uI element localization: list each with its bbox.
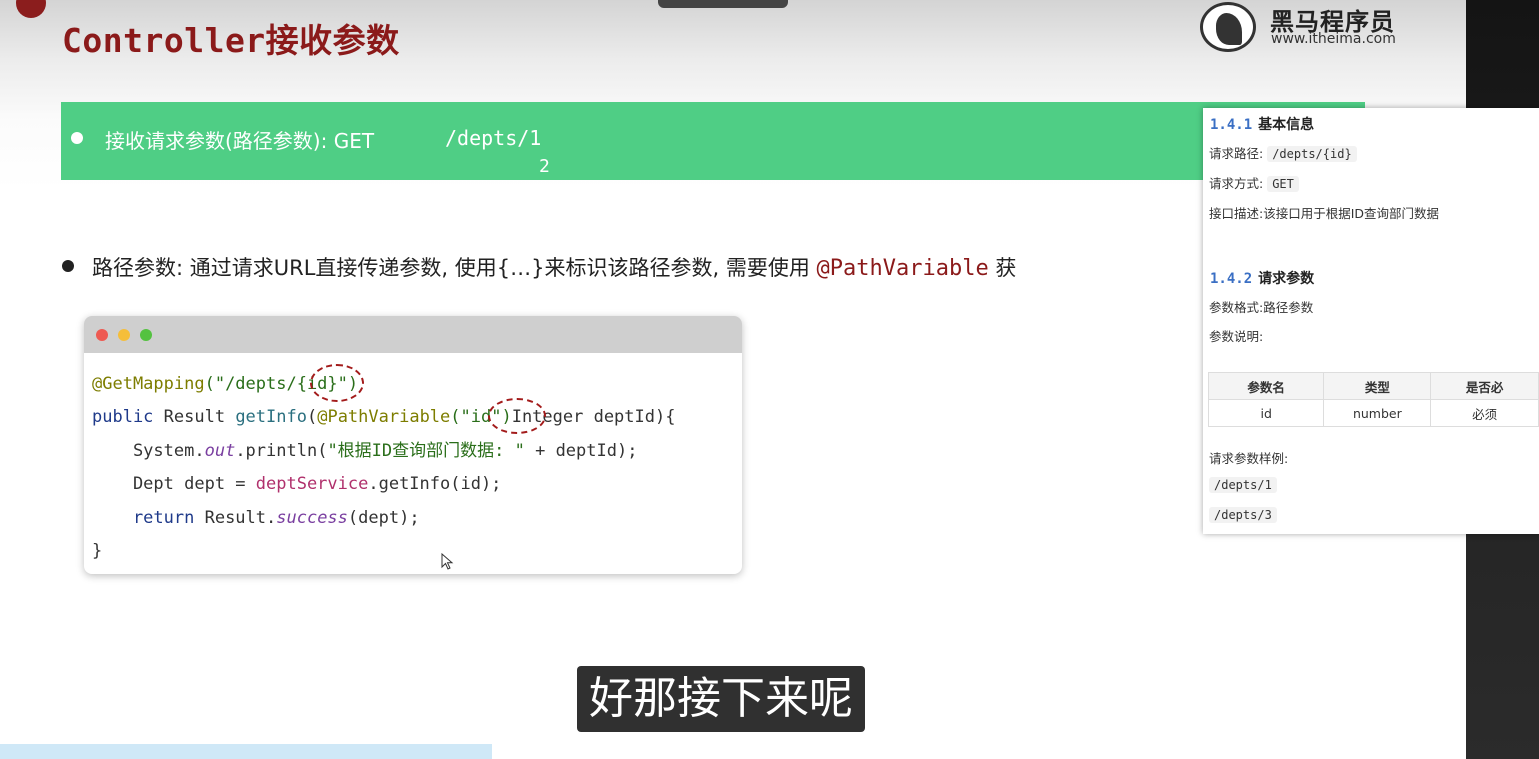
banner: 接收请求参数(路径参数): GET /depts/1 2 [61,102,1365,180]
doc-label: 参数格式: [1209,300,1264,315]
table-cell: 必须 [1430,399,1539,427]
banner-bullet-icon [71,132,83,144]
param-table: 参数名 类型 是否必 id number 必须 [1207,372,1539,427]
mouse-cursor-icon [441,553,454,570]
bullet-text: 路径参数: 通过请求URL直接传递参数, 使用{…}来标识该路径参数, 需要使用 [92,256,810,280]
doc-heading-num: 1.4.1 [1210,117,1253,133]
slide-title: Controller接收参数 [62,21,400,60]
doc-desc: 接口描述:该接口用于根据ID查询部门数据 [1209,203,1439,222]
code-token: return [92,507,195,528]
code-window-titlebar [84,316,742,353]
doc-example-1: /depts/1 [1209,477,1277,493]
doc-chip: GET [1267,176,1299,192]
code-token: ( [306,407,318,428]
highlight-ellipse-path-id [310,364,364,402]
doc-heading-num: 1.4.2 [1210,271,1253,287]
doc-example-2: /depts/3 [1209,507,1277,523]
doc-heading-text: 请求参数 [1258,271,1315,287]
doc-label: 请求路径: [1209,146,1264,161]
doc-req-path: 请求路径: /depts/{id} [1209,143,1357,162]
doc-label: 接口描述: [1209,206,1264,221]
table-cell: id [1207,399,1325,427]
code-token: (dept); [347,507,420,528]
bullet-annotation: @PathVariable [816,256,989,281]
table-header: 参数名 [1207,372,1325,400]
itheima-logo: 黑马程序员 www.itheima.com [1200,0,1420,56]
code-token: .getInfo(id); [368,474,502,495]
minimize-dot-icon [118,329,130,341]
doc-heading-basic: 1.4.1 基本信息 [1210,114,1314,134]
video-subtitle: 好那接下来呢 [577,666,865,732]
doc-value: 路径参数 [1263,300,1314,315]
highlight-ellipse-pathvariable-id [488,398,546,434]
doc-label: 请求方式: [1209,176,1264,191]
code-token: Result [153,407,236,428]
code-token: .println( [235,440,328,461]
banner-path: /depts/1 [445,126,542,150]
code-window: @GetMapping("/depts/{id}") public Result… [84,316,742,574]
horse-logo-icon [1200,2,1256,52]
doc-example-label: 请求参数样例: [1209,451,1289,466]
code-token: getInfo [235,407,307,428]
top-red-dot [16,0,46,18]
code-token: + deptId); [524,440,638,461]
path-variable-bullet: 路径参数: 通过请求URL直接传递参数, 使用{…}来标识该路径参数, 需要使用… [62,252,1016,282]
code-token: } [92,541,103,562]
code-token: deptService [255,474,369,495]
doc-req-method: 请求方式: GET [1209,173,1299,192]
code-token: public [92,407,154,428]
doc-format: 参数格式:路径参数 [1209,297,1313,316]
table-header: 是否必 [1430,372,1539,400]
doc-value: 该接口用于根据ID查询部门数据 [1263,206,1440,221]
doc-chip: /depts/3 [1209,507,1277,523]
banner-text: 接收请求参数(路径参数): GET [105,129,375,153]
api-doc-panel: 1.4.1 基本信息 请求路径: /depts/{id} 请求方式: GET 接口… [1203,108,1539,534]
table-cell: number [1323,399,1432,427]
bottom-progress-strip [0,744,492,759]
doc-heading-params: 1.4.2 请求参数 [1210,268,1314,288]
code-token: Dept dept = [92,474,256,495]
doc-explain: 参数说明: [1209,329,1264,344]
close-dot-icon [96,329,108,341]
logo-url: www.itheima.com [1271,31,1396,47]
doc-chip: /depts/{id} [1267,146,1357,162]
code-token: out [204,440,236,461]
code-token: System. [92,440,205,461]
doc-chip: /depts/1 [1209,477,1277,493]
code-token: @GetMapping [92,374,205,394]
top-toolbar-pill[interactable] [658,0,788,8]
doc-heading-text: 基本信息 [1258,117,1315,133]
table-header: 类型 [1323,372,1432,400]
code-token: success [276,507,348,528]
maximize-dot-icon [140,329,152,341]
code-token: Result. [194,507,277,528]
banner-path-wrap: 2 [539,156,550,177]
code-token: @PathVariable [317,407,451,428]
code-block: @GetMapping("/depts/{id}") public Result… [92,368,675,568]
bullet-dot-icon [62,260,74,272]
bullet-tail: 获 [995,256,1017,280]
table-row: id number 必须 [1207,399,1539,427]
code-token: "根据ID查询部门数据: " [327,440,525,461]
